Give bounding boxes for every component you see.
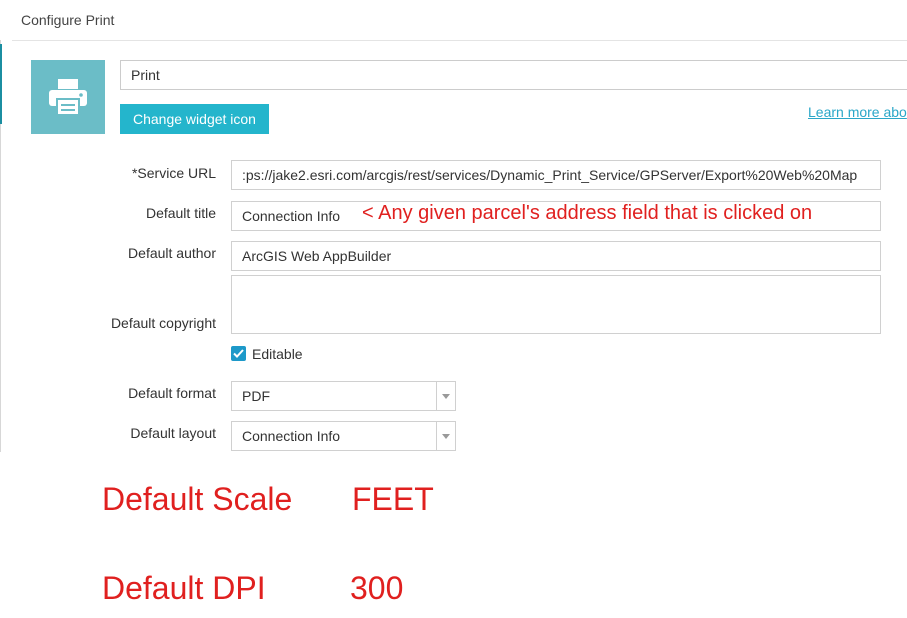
default-format-label: Default format (128, 385, 216, 401)
dropdown-toggle[interactable] (436, 382, 455, 410)
service-url-input[interactable]: :ps://jake2.esri.com/arcgis/rest/service… (231, 160, 881, 190)
default-scale-note: Default Scale (102, 481, 293, 517)
default-scale-value: FEET (352, 481, 434, 517)
default-layout-select[interactable]: Connection Info (231, 421, 456, 451)
default-copyright-textarea[interactable] (231, 275, 881, 334)
editable-label: Editable (252, 346, 303, 362)
learn-more-link[interactable]: Learn more abo (808, 104, 907, 120)
dialog-title: Configure Print (21, 12, 115, 28)
widget-icon-tile[interactable] (31, 60, 105, 134)
default-layout-label: Default layout (130, 425, 216, 441)
service-url-label: *Service URL (131, 165, 216, 181)
chevron-down-icon (442, 393, 450, 399)
title-annotation: < Any given parcel's address field that … (362, 202, 813, 224)
default-format-value: PDF (242, 388, 270, 404)
printer-icon (49, 79, 87, 116)
change-widget-icon-button[interactable]: Change widget icon (120, 104, 269, 134)
dropdown-toggle[interactable] (436, 422, 455, 450)
default-layout-value: Connection Info (242, 428, 341, 444)
default-dpi-note: Default DPI (102, 570, 266, 606)
default-dpi-value: 300 (350, 570, 404, 606)
editable-checkbox[interactable] (231, 346, 246, 361)
title-divider (12, 40, 907, 41)
default-author-label: Default author (128, 245, 216, 261)
widget-name-input[interactable]: Print (120, 60, 907, 90)
checkmark-icon (233, 349, 244, 358)
chevron-down-icon (442, 433, 450, 439)
dialog-accent-edge (0, 44, 2, 124)
default-copyright-label: Default copyright (110, 315, 216, 331)
default-author-input[interactable]: ArcGIS Web AppBuilder (231, 241, 881, 271)
default-title-label: Default title (145, 205, 216, 221)
default-format-select[interactable]: PDF (231, 381, 456, 411)
